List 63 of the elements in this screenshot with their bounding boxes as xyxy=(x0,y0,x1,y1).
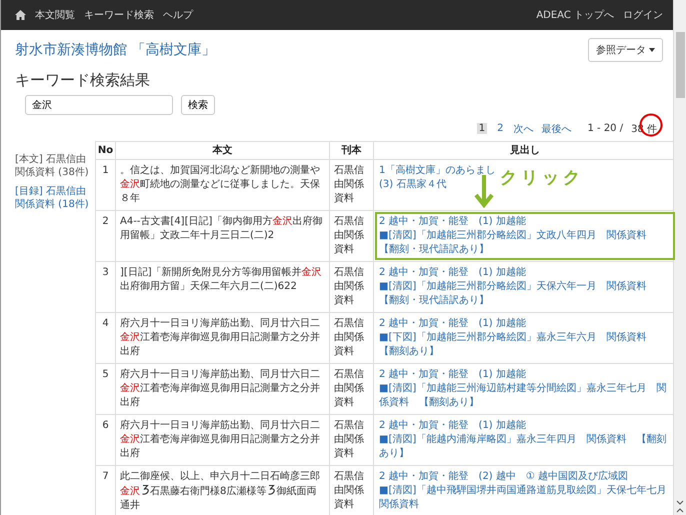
heading-link[interactable]: 2 越中・加賀・能登 (1) 加越能 xyxy=(379,266,526,280)
heading-link[interactable]: ■[下図]「加越能三州郡分略絵図」嘉永三年六月 関係資料 xyxy=(379,330,646,345)
heading-link[interactable]: 2 越中・加賀・能登 (1) 加越能 xyxy=(379,368,526,382)
nav-link[interactable]: ADEAC トップへ xyxy=(536,8,614,22)
heading-link[interactable]: (3) 石黒家４代 xyxy=(379,178,446,192)
table-cell: 府六月十一日ヨリ海岸筋出勤、同月廿六日二 金沢江着壱海岸御巡見御用日記測量方之分并出府 xyxy=(116,414,330,466)
nav-link[interactable]: キーワード検索 xyxy=(84,8,154,22)
heading-link[interactable]: 1「高樹文庫」のあらまし xyxy=(379,164,496,178)
sidebar-item[interactable]: [本文] 石黒信由関係資料 (38件) xyxy=(15,152,89,179)
table-cell: 5 xyxy=(96,363,116,414)
heading-link[interactable]: 2 越中・加賀・能登 (1) 加越能 xyxy=(379,214,526,229)
heading-link[interactable]: ■[清図]「加越能三州海辺筋村建等分間絵図」嘉永三年七月 関係資料 【翻刻あり】 xyxy=(379,382,671,410)
heading-link[interactable]: 【翻刻あり】 xyxy=(379,344,439,359)
table-cell: 石黒信由関係資料 xyxy=(330,210,374,262)
table-cell: 石黒信由関係資料 xyxy=(330,363,374,414)
table-cell: 7 xyxy=(96,465,116,515)
click-annotation: クリック xyxy=(500,170,584,185)
nav-link[interactable]: ヘルプ xyxy=(163,8,193,22)
table-cell: 1 xyxy=(96,159,116,210)
table-cell: A4--古文書[4][日記]「御内御用方金沢出府御用留帳」文政二年十月三日二(二)2 xyxy=(116,210,330,262)
heading-link[interactable]: ■[清図]「加越能三州郡分略絵図」文政八年四月 関係資料 xyxy=(379,228,646,243)
table-cell: 2 xyxy=(96,210,116,262)
table-cell: 3 xyxy=(96,261,116,312)
last-link[interactable]: 最後へ xyxy=(541,122,572,136)
column-header: No xyxy=(96,141,116,160)
reference-data-dropdown[interactable]: 参照データ xyxy=(588,38,663,62)
next-link[interactable]: 次へ xyxy=(513,122,534,136)
heading-link[interactable]: 【翻刻・現代語訳あり】 xyxy=(379,242,489,257)
page-link[interactable]: 1 xyxy=(476,123,488,134)
scrollbar-thumb[interactable] xyxy=(676,32,684,98)
heading-link[interactable]: 【翻刻・現代語訳あり】 xyxy=(379,294,489,308)
nav-link[interactable]: 本文閲覧 xyxy=(35,8,75,22)
page-link[interactable]: 2 xyxy=(495,123,506,134)
down-arrow-icon xyxy=(474,174,494,209)
table-cell: ][日記]「新開所免附見分方等御用留帳并金沢 出府御用方留」天保二年六月二(二)622 xyxy=(116,261,330,312)
sidebar-item[interactable]: [目録] 石黒信由関係資料 (18件) xyxy=(15,184,89,211)
search-button[interactable]: 検索 xyxy=(181,95,215,115)
heading-link[interactable]: ■[清図]「越中飛騨国堺井両国通路道筋見取絵図」天保七年七月関係資料 xyxy=(379,484,671,512)
column-header: 刊本 xyxy=(330,141,374,160)
table-cell: 石黒信由関係資料 xyxy=(330,261,374,312)
table-cell: 府六月十一日ヨリ海岸筋出勤、同月廿六日二 金沢江着壱海岸御巡見御用日記測量方之分并出府 xyxy=(116,363,330,414)
nav-link[interactable]: ログイン xyxy=(623,8,663,22)
search-field[interactable]: 金沢 xyxy=(25,95,173,115)
heading-link[interactable]: 2 越中・加賀・能登 (1) 加越能 xyxy=(379,316,526,331)
table-cell: 府六月十一日ヨリ海岸筋出勤、同月廿六日二 金沢江着壱海岸御巡見御用日記測量方之分并出府 xyxy=(116,312,330,364)
heading-link[interactable]: 2 越中・加賀・能登 (2) 越中 ① 越中国図及び広域図 xyxy=(379,470,628,484)
scroll-arrow-icon[interactable] xyxy=(676,499,684,515)
caret-icon xyxy=(649,48,655,52)
table-cell: 6 xyxy=(96,414,116,466)
heading-link[interactable]: ■[清図]「加越能三州郡分略絵図」天保六年一月 関係資料 xyxy=(379,280,646,294)
heading-link[interactable]: 2 越中・加賀・能登 (1) 加越能 xyxy=(379,418,526,433)
home-icon[interactable] xyxy=(15,10,26,20)
table-cell: 石黒信由関係資料 xyxy=(330,312,374,364)
table-cell: 。信之は、加賀国河北潟など新開地の測量や 金沢町続地の測量などに従事しました。天保８年 xyxy=(116,159,330,210)
table-cell: 石黒信由関係資料 xyxy=(330,414,374,466)
table-cell: 4 xyxy=(96,312,116,364)
page-heading: キーワード検索結果 xyxy=(14,70,151,90)
heading-link[interactable]: ■[清図]「能越内浦海岸略図」嘉永三年四月 関係資料 【翻刻あり】 xyxy=(379,432,671,461)
site-title[interactable]: 射水市新湊博物館 「高樹文庫」 xyxy=(15,41,216,59)
result-range: 1 - 20 / xyxy=(587,123,624,134)
scrollbar[interactable] xyxy=(673,0,686,515)
column-header: 本文 xyxy=(116,141,330,160)
table-cell: 石黒信由関係資料 xyxy=(330,159,374,210)
